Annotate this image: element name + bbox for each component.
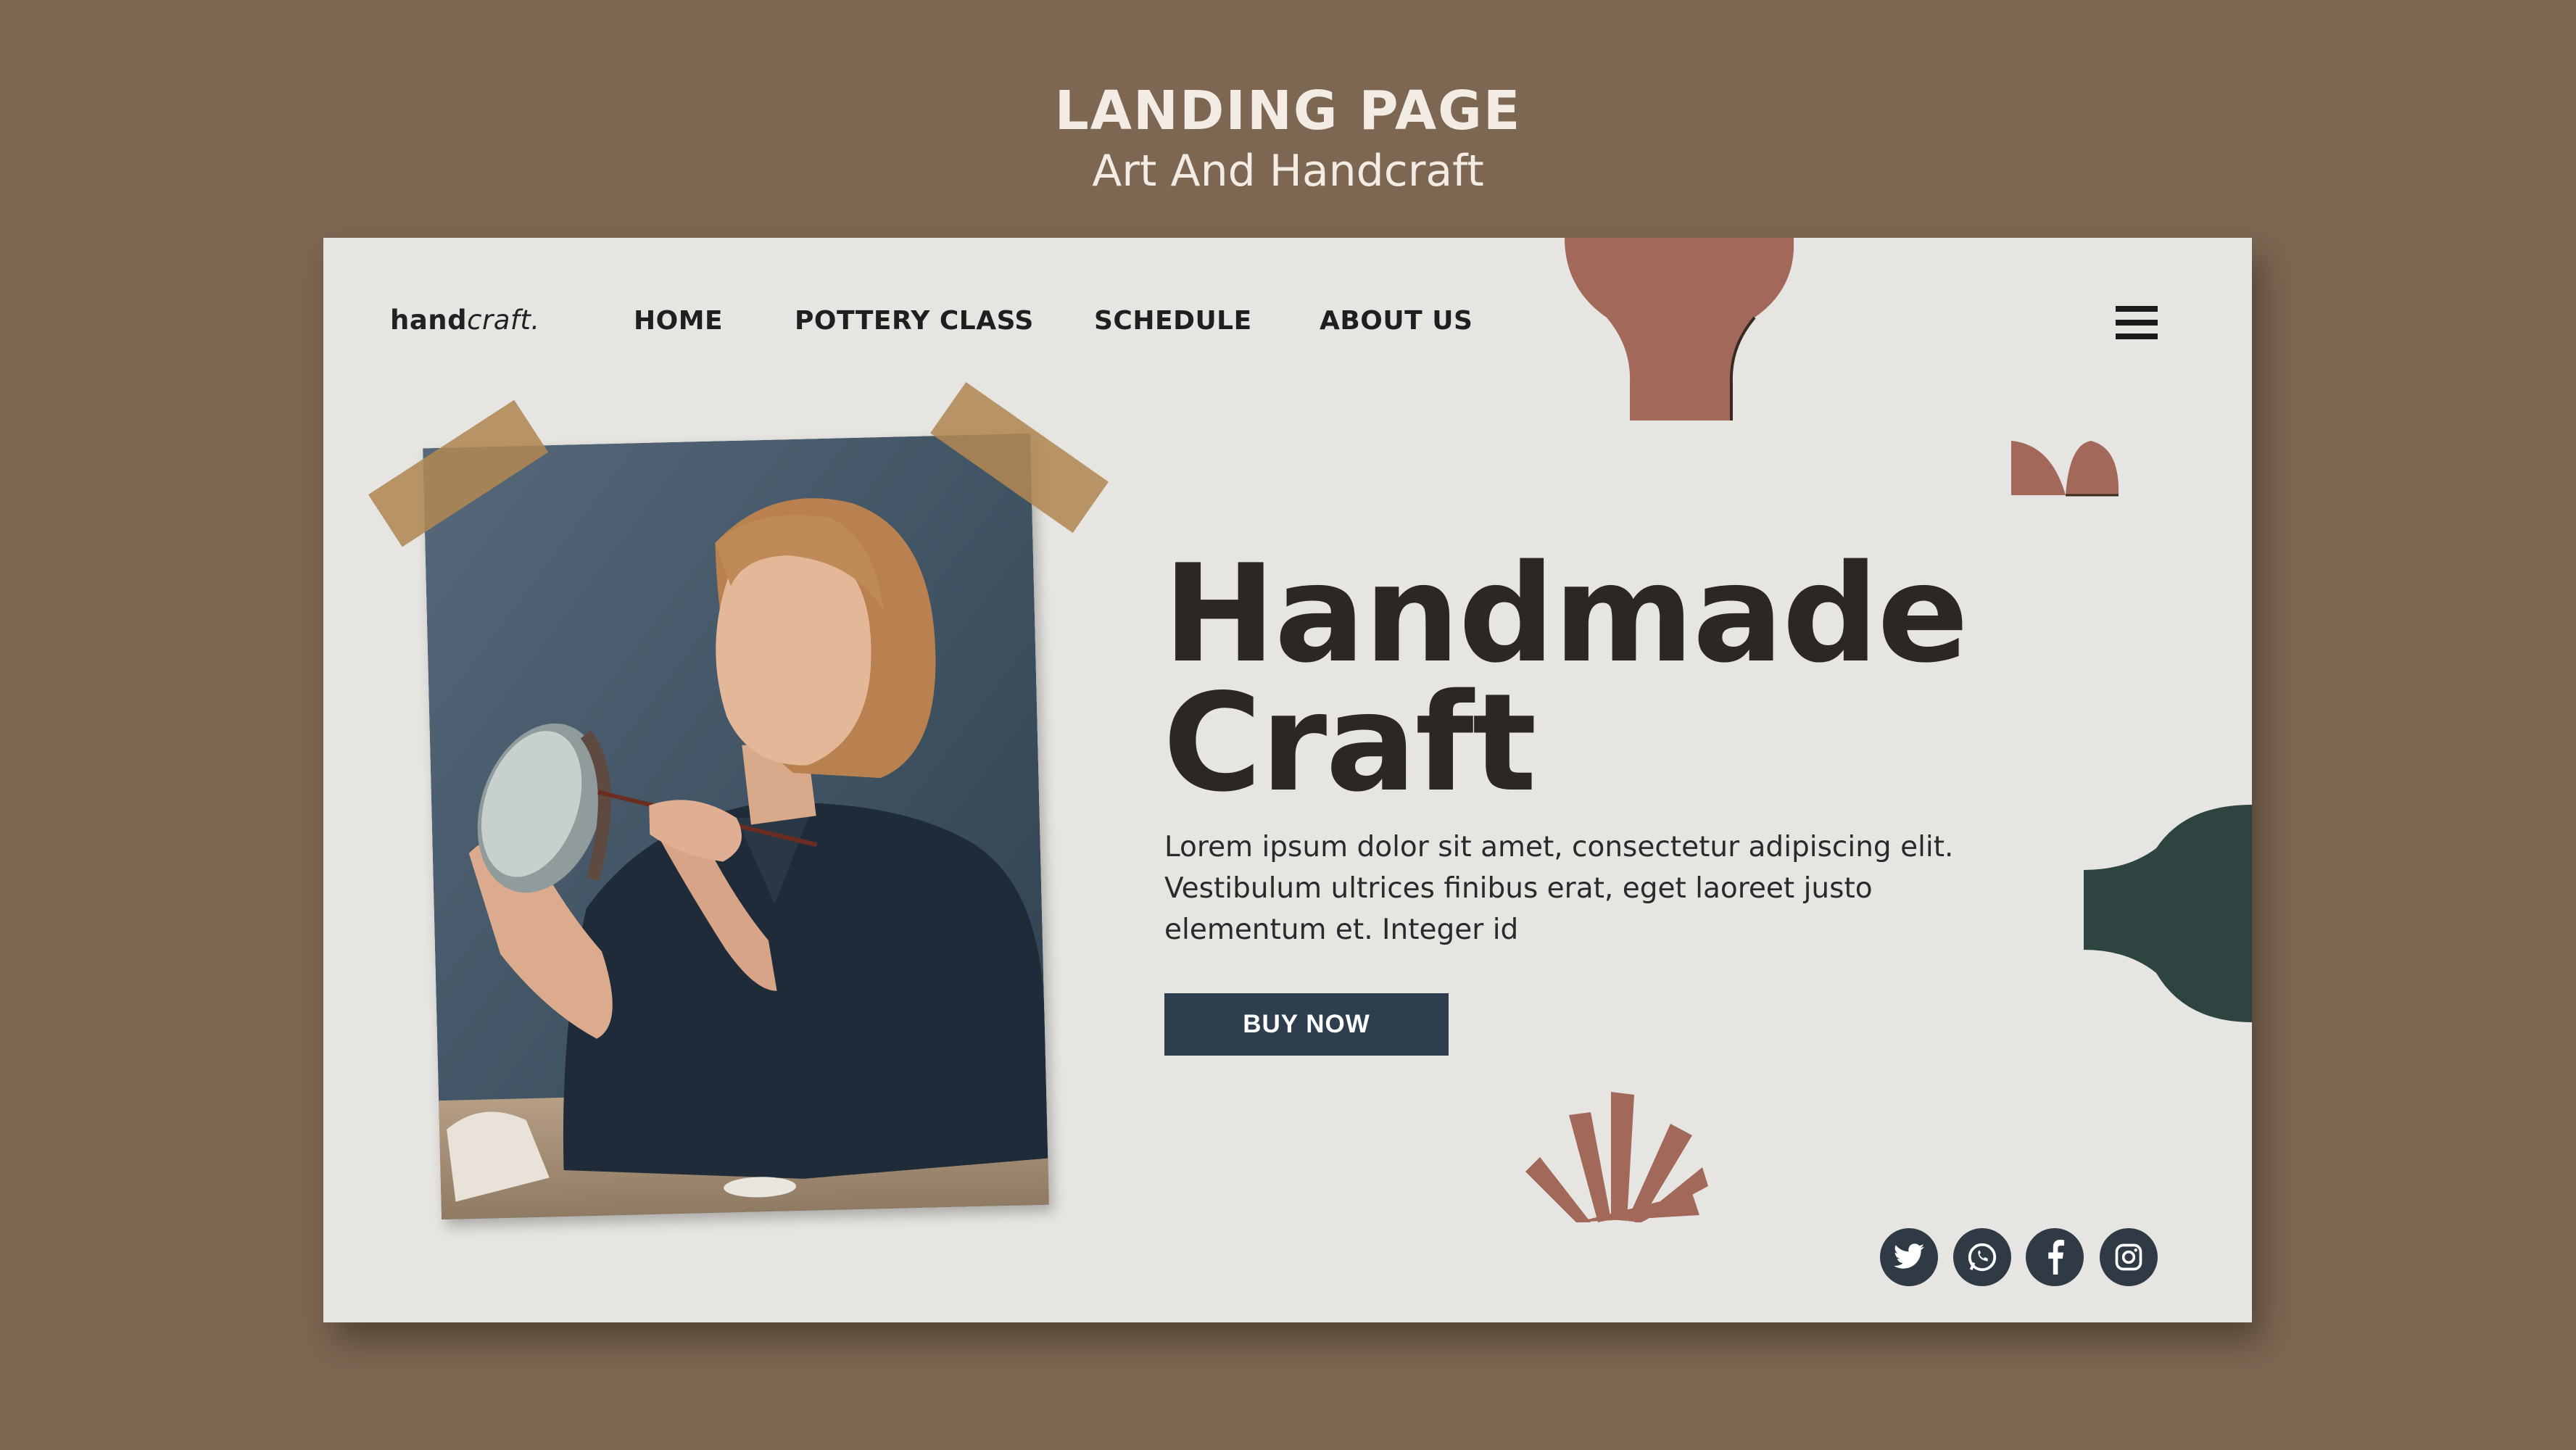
facebook-icon[interactable] xyxy=(2026,1228,2084,1286)
whatsapp-icon[interactable] xyxy=(1953,1228,2011,1286)
page-title: LANDING PAGE xyxy=(1054,80,1522,142)
nav-about-us[interactable]: ABOUT US xyxy=(1320,306,1473,336)
instagram-icon[interactable] xyxy=(2100,1228,2158,1286)
hero-photo xyxy=(423,433,1049,1220)
vase-shape xyxy=(1565,238,1794,420)
semicircle-shape xyxy=(2011,441,2119,497)
hero-description: Lorem ipsum dolor sit amet, consectetur … xyxy=(1164,831,1954,946)
logo-bold-text: hand xyxy=(390,304,468,336)
leaf-shape xyxy=(1525,1092,1708,1222)
woman-painting-bowl-image xyxy=(423,433,1049,1220)
buy-now-button[interactable]: BUY NOW xyxy=(1164,993,1449,1056)
hero-headline: Handmade Craft xyxy=(1163,535,2105,821)
site-logo[interactable]: handcraft. xyxy=(390,304,540,336)
nav-schedule[interactable]: SCHEDULE xyxy=(1094,306,1252,336)
nav-home[interactable]: HOME xyxy=(634,306,723,336)
landing-page-mockup: handcraft. HOME POTTERY CLASS SCHEDULE A… xyxy=(323,238,2252,1322)
logo-italic-text: craft. xyxy=(467,304,540,336)
hero-headline-line1: Handmade xyxy=(1163,535,1968,692)
green-vase-shape xyxy=(2084,805,2252,1022)
twitter-icon[interactable] xyxy=(1880,1228,1938,1286)
hero-headline-line2: Craft xyxy=(1163,664,1537,821)
nav-pottery-class[interactable]: POTTERY CLASS xyxy=(795,306,1034,336)
page-subtitle: Art And Handcraft xyxy=(1092,146,1484,196)
menu-icon[interactable] xyxy=(2116,306,2158,339)
